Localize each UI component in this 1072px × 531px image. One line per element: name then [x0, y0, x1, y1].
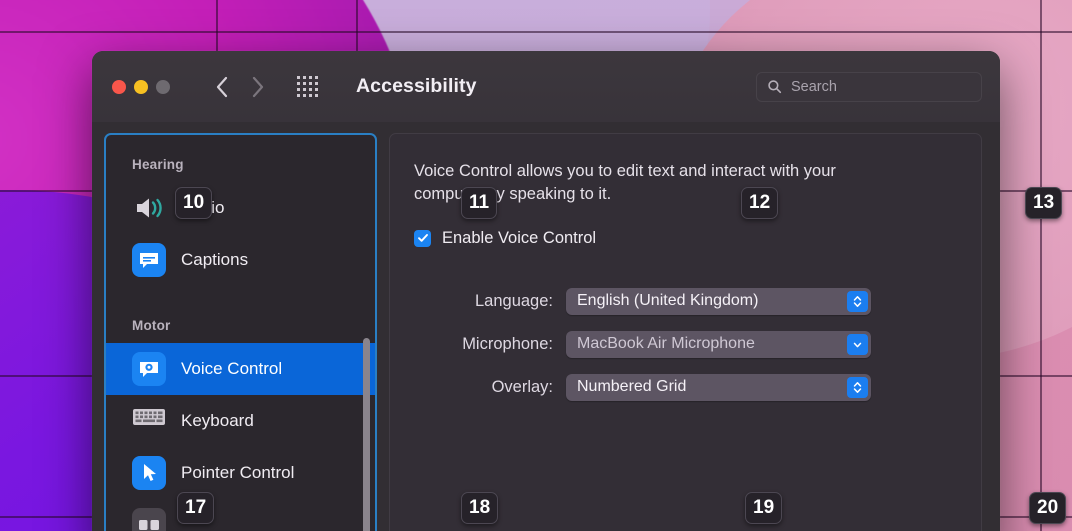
sidebar-item-captions[interactable]: Captions	[106, 234, 375, 286]
microphone-label: Microphone:	[462, 334, 553, 353]
grid-number-badge-18[interactable]: 18	[461, 492, 499, 524]
checkmark-icon	[417, 234, 428, 243]
overlay-label: Overlay:	[491, 377, 553, 396]
close-button[interactable]	[112, 79, 126, 94]
sidebar-item-pointer-control[interactable]: Pointer Control	[106, 447, 375, 499]
grid-number-badge-10[interactable]: 10	[175, 187, 213, 219]
grid-line-horizontal	[0, 31, 1072, 33]
minimize-button[interactable]	[134, 79, 148, 94]
grid-number-badge-12[interactable]: 12	[741, 187, 779, 219]
language-dropdown[interactable]: English (United Kingdom)	[566, 287, 871, 315]
microphone-row: Microphone: MacBook Air Microphone	[414, 330, 957, 358]
sidebar-item-audio[interactable]: Audio	[106, 182, 375, 234]
grid-number-badge-19[interactable]: 19	[745, 492, 783, 524]
zoom-button[interactable]	[156, 79, 170, 94]
accessibility-category-sidebar[interactable]: Hearing Audio	[104, 133, 377, 531]
window-content: Hearing Audio	[92, 122, 1000, 531]
microphone-dropdown[interactable]: MacBook Air Microphone	[566, 330, 871, 358]
speaker-icon	[132, 191, 166, 225]
accessibility-preferences-window: Accessibility Search Hearing Au	[92, 51, 1000, 531]
forward-chevron-icon[interactable]	[240, 69, 276, 105]
voice-control-form: Language: English (United Kingdom) Micro…	[414, 287, 957, 401]
window-controls	[112, 79, 170, 94]
back-chevron-icon[interactable]	[204, 69, 240, 105]
grid-number-badge-20[interactable]: 20	[1029, 492, 1067, 524]
all-preferences-grid-icon[interactable]	[288, 69, 326, 105]
sidebar-item-label: Voice Control	[181, 359, 283, 378]
chevron-updown-icon	[847, 290, 868, 312]
language-row: Language: English (United Kingdom)	[414, 287, 957, 315]
window-titlebar: Accessibility Search	[92, 51, 1000, 122]
sidebar-item-voice-control[interactable]: Voice Control	[106, 343, 375, 395]
sidebar-item-label: Captions	[181, 250, 249, 269]
sidebar-item-label: Keyboard	[181, 411, 254, 430]
chevron-down-icon	[847, 333, 868, 355]
pointer-icon	[132, 456, 166, 490]
grid-number-badge-17[interactable]: 17	[177, 492, 215, 524]
overlay-dropdown[interactable]: Numbered Grid	[566, 373, 871, 401]
enable-voice-control-label: Enable Voice Control	[442, 228, 597, 247]
enable-voice-control-checkbox[interactable]	[414, 229, 431, 247]
language-value: English (United Kingdom)	[577, 292, 759, 310]
sidebar-section-hearing: Hearing	[132, 157, 184, 172]
search-field[interactable]: Search	[756, 71, 982, 102]
sidebar-scrollbar[interactable]	[363, 338, 370, 531]
enable-voice-control-row[interactable]: Enable Voice Control	[414, 229, 957, 248]
voice-control-icon	[132, 352, 166, 386]
sidebar-item-label: Pointer Control	[181, 463, 295, 482]
navigation-controls	[204, 69, 326, 105]
switch-control-icon	[132, 508, 166, 531]
keyboard-icon	[132, 404, 166, 438]
microphone-value: MacBook Air Microphone	[577, 335, 755, 353]
sidebar-item-partial[interactable]	[106, 499, 375, 531]
overlay-value: Numbered Grid	[577, 378, 687, 396]
search-placeholder: Search	[791, 78, 837, 95]
language-label: Language:	[475, 291, 553, 310]
grid-dots	[296, 76, 318, 97]
grid-number-badge-11[interactable]: 11	[461, 187, 498, 219]
page-title: Accessibility	[356, 75, 477, 97]
grid-line-vertical	[1040, 0, 1042, 531]
chevron-updown-icon	[847, 376, 868, 398]
grid-number-badge-13[interactable]: 13	[1025, 187, 1063, 219]
sidebar-item-keyboard[interactable]: Keyboard	[106, 395, 375, 447]
overlay-row: Overlay: Numbered Grid	[414, 373, 957, 401]
sidebar-section-motor: Motor	[132, 318, 171, 333]
search-icon	[768, 80, 782, 94]
captions-icon	[132, 243, 166, 277]
